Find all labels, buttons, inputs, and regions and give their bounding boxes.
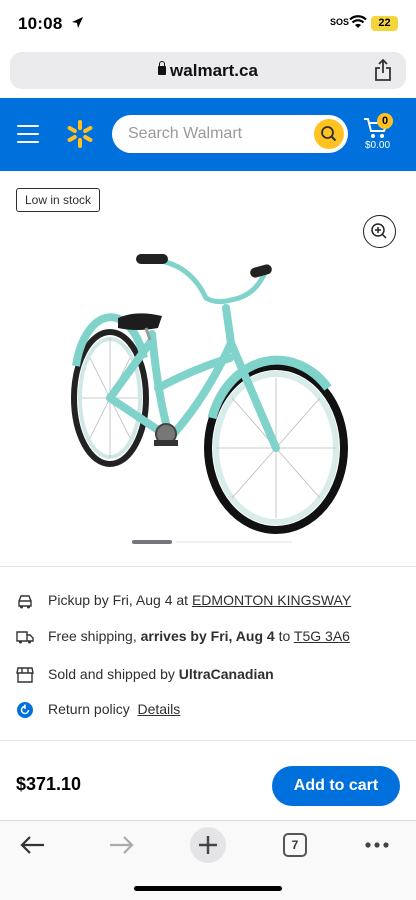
carousel-active-dot[interactable] bbox=[132, 540, 172, 544]
product-image[interactable] bbox=[66, 248, 356, 540]
shipping-arrival: arrives by Fri, Aug 4 bbox=[140, 628, 275, 644]
return-policy-label: Return policy bbox=[48, 701, 130, 717]
plus-icon bbox=[199, 836, 217, 854]
hamburger-menu-icon[interactable] bbox=[17, 125, 39, 149]
back-arrow-icon bbox=[20, 836, 44, 854]
home-indicator[interactable] bbox=[134, 886, 282, 891]
carousel-indicator[interactable] bbox=[132, 540, 292, 544]
pickup-text: Pickup by Fri, Aug 4 at bbox=[48, 592, 189, 608]
add-to-cart-bar: $371.10 Add to cart bbox=[0, 750, 416, 820]
store-icon bbox=[16, 666, 34, 684]
status-bar: 10:08 SOS 22 bbox=[0, 0, 416, 48]
tab-count-button[interactable]: 7 bbox=[283, 833, 307, 857]
search-placeholder: Search Walmart bbox=[128, 125, 243, 142]
shipping-to: to bbox=[278, 628, 291, 644]
shipping-info: Free shipping, arrives by Fri, Aug 4 to … bbox=[16, 626, 406, 648]
postal-code-link[interactable]: T5G 3A6 bbox=[294, 628, 350, 644]
truck-icon bbox=[16, 628, 34, 646]
return-policy-info: Return policy Details bbox=[16, 699, 406, 721]
seller-info: Sold and shipped by UltraCanadian bbox=[16, 664, 406, 686]
seller-prefix: Sold and shipped by bbox=[48, 666, 175, 682]
more-options-button[interactable] bbox=[356, 827, 400, 863]
sos-indicator: SOS bbox=[330, 17, 350, 27]
stock-badge: Low in stock bbox=[16, 188, 101, 212]
address-bar[interactable]: walmart.ca bbox=[10, 52, 406, 89]
carousel-track bbox=[176, 541, 292, 543]
product-price: $371.10 bbox=[16, 774, 82, 794]
lock-icon bbox=[158, 61, 167, 75]
forward-arrow-icon bbox=[110, 836, 134, 854]
return-policy-details-link[interactable]: Details bbox=[137, 701, 180, 717]
add-to-cart-button[interactable]: Add to cart bbox=[272, 766, 400, 806]
zoom-button[interactable] bbox=[363, 215, 396, 248]
cart-count-badge: 0 bbox=[377, 113, 393, 129]
zoom-in-icon bbox=[371, 223, 387, 239]
seat bbox=[118, 313, 162, 330]
search-input[interactable]: Search Walmart bbox=[112, 115, 348, 153]
cart-total: $0.00 bbox=[365, 140, 391, 151]
url-text: walmart.ca bbox=[170, 61, 258, 80]
shipping-prefix: Free shipping, bbox=[48, 628, 137, 644]
divider bbox=[0, 566, 416, 567]
location-arrow-icon bbox=[71, 16, 84, 34]
more-dots-icon bbox=[365, 842, 389, 848]
car-icon bbox=[16, 592, 34, 610]
share-icon[interactable] bbox=[374, 58, 392, 86]
new-tab-button[interactable] bbox=[190, 827, 226, 863]
search-button[interactable] bbox=[314, 119, 344, 149]
url-display[interactable]: walmart.ca bbox=[10, 61, 406, 81]
site-header: Search Walmart 0 $0.00 bbox=[0, 98, 416, 171]
seller-name: UltraCanadian bbox=[178, 666, 274, 682]
wifi-icon bbox=[349, 15, 367, 34]
pickup-store-link[interactable]: EDMONTON KINGSWAY bbox=[192, 592, 351, 608]
pickup-info: Pickup by Fri, Aug 4 at EDMONTON KINGSWA… bbox=[16, 590, 406, 612]
back-button[interactable] bbox=[12, 827, 56, 863]
walmart-spark-logo[interactable] bbox=[66, 119, 94, 154]
search-icon bbox=[321, 126, 337, 142]
return-icon bbox=[16, 701, 34, 719]
divider bbox=[0, 740, 416, 741]
status-time: 10:08 bbox=[18, 14, 63, 33]
battery-indicator: 22 bbox=[371, 16, 398, 31]
forward-button[interactable] bbox=[100, 827, 144, 863]
cart-button[interactable]: 0 $0.00 bbox=[362, 113, 402, 156]
